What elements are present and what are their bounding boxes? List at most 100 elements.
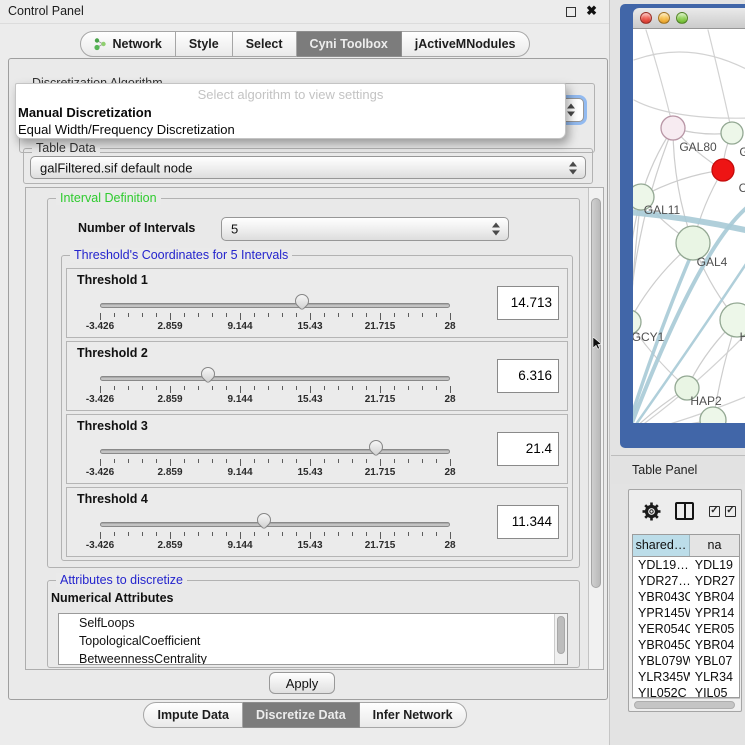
scrollbar-thumb[interactable]	[557, 616, 565, 654]
network-node-label: GAL4	[697, 255, 728, 269]
threshold-panel: Threshold 1 -3.4262.8599.14415.4321.71528…	[66, 268, 568, 338]
table-data-selected-value: galFiltered.sif default node	[40, 160, 192, 175]
table-panel-title: Table Panel	[632, 463, 697, 477]
table-row[interactable]: YLR345WYLR34	[633, 669, 739, 685]
control-panel-window: Control Panel ✖ Network Style Select Cyn…	[0, 0, 610, 745]
threshold-value-field[interactable]: 14.713	[497, 286, 559, 320]
table-row[interactable]: YBR045CYBR04	[633, 637, 739, 653]
threshold-value-field[interactable]: 21.4	[497, 432, 559, 466]
group-title: Table Data	[32, 141, 100, 155]
cell-shared-name: YIL052C	[633, 685, 690, 698]
cell-shared-name: YDL19…	[633, 557, 690, 573]
table-row[interactable]: YBR043CYBR04	[633, 589, 739, 605]
thresholds-group: Threshold's Coordinates for 5 Intervals …	[61, 255, 573, 561]
tick-label: 28	[444, 394, 455, 405]
dropdown-option-equal-width[interactable]: Equal Width/Frequency Discretization	[16, 121, 565, 138]
slider-track[interactable]	[100, 303, 450, 308]
spinner-arrows-icon	[567, 104, 576, 117]
cell-shared-name: YER054C	[633, 621, 690, 637]
network-node-label: GAL11	[644, 203, 681, 217]
settings-scrollbar[interactable]	[588, 188, 603, 669]
mouse-cursor	[593, 337, 604, 350]
table-data-select[interactable]: galFiltered.sif default node	[30, 156, 586, 179]
network-node[interactable]	[700, 407, 726, 423]
checkbox-icon[interactable]	[725, 506, 736, 517]
zoom-traffic-light-icon[interactable]	[676, 12, 688, 24]
dropdown-option-manual[interactable]: Manual Discretization	[16, 104, 565, 121]
tab-select[interactable]: Select	[233, 31, 297, 57]
network-window: GAL80GACGAL11GAL4GCY1HHAP2	[620, 4, 745, 448]
slider-track[interactable]	[100, 376, 450, 381]
cell-shared-name: YLR345W	[633, 669, 690, 685]
control-panel-titlebar: Control Panel ✖	[0, 0, 609, 24]
tab-style[interactable]: Style	[176, 31, 233, 57]
node-table[interactable]: shared… na YDL19…YDL19YDR27…YDR27YBR043C…	[632, 534, 740, 698]
table-data-group: Table Data galFiltered.sif default node	[23, 148, 593, 184]
tab-jactivemnodules[interactable]: jActiveMNodules	[402, 31, 530, 57]
threshold-value-field[interactable]: 6.316	[497, 359, 559, 393]
network-graph: GAL80GACGAL11GAL4GCY1HHAP2	[633, 29, 745, 423]
apply-button[interactable]: Apply	[269, 672, 335, 694]
table-row[interactable]: YIL052CYIL05	[633, 685, 739, 698]
slider-tick-labels: -3.4262.8599.14415.4321.71528	[100, 321, 450, 334]
column-header-name[interactable]: na	[690, 535, 739, 556]
scrollbar-thumb[interactable]	[634, 701, 735, 709]
network-node[interactable]	[721, 122, 743, 144]
slider-track[interactable]	[100, 522, 450, 527]
tab-label: Infer Network	[373, 708, 453, 722]
attribute-list-item[interactable]: SelfLoops	[59, 614, 567, 632]
attribute-list-item[interactable]: TopologicalCoefficient	[59, 632, 567, 650]
slider-tick-labels: -3.4262.8599.14415.4321.71528	[100, 394, 450, 407]
number-of-intervals-label: Number of Intervals	[78, 221, 195, 235]
tick-label: 15.43	[297, 540, 322, 551]
control-panel-body: Discretization Algorithm Select algorith…	[8, 58, 608, 700]
tab-infer-network[interactable]: Infer Network	[360, 702, 467, 728]
table-row[interactable]: YDR27…YDR27	[633, 573, 739, 589]
numerical-attributes-list[interactable]: SelfLoopsTopologicalCoefficientBetweenne…	[58, 613, 568, 665]
tick-label: -3.426	[86, 467, 114, 478]
checkbox-icon[interactable]	[709, 506, 720, 517]
float-window-icon[interactable]	[566, 7, 576, 17]
attribute-list-item[interactable]: BetweennessCentrality	[59, 650, 567, 665]
table-horizontal-scrollbar[interactable]	[632, 698, 740, 710]
tick-label: 9.144	[227, 394, 252, 405]
close-traffic-light-icon[interactable]	[640, 12, 652, 24]
split-panel-icon[interactable]	[675, 502, 694, 520]
settings-scrollpane: Interval Definition Number of Intervals …	[25, 187, 604, 670]
tab-network[interactable]: Network	[80, 31, 175, 57]
number-of-intervals-spinner[interactable]: 5	[221, 217, 509, 241]
table-header-row: shared… na	[633, 535, 739, 557]
network-node[interactable]	[712, 159, 734, 181]
table-row[interactable]: YBL079WYBL07	[633, 653, 739, 669]
network-node[interactable]	[661, 116, 685, 140]
column-header-shared-name[interactable]: shared…	[633, 535, 690, 556]
tick-label: 21.715	[365, 394, 396, 405]
network-canvas[interactable]: GAL80GACGAL11GAL4GCY1HHAP2	[633, 29, 745, 423]
threshold-value-field[interactable]: 11.344	[497, 505, 559, 539]
tab-discretize-data[interactable]: Discretize Data	[243, 702, 360, 728]
table-row[interactable]: YER054CYER05	[633, 621, 739, 637]
close-window-icon[interactable]: ✖	[586, 3, 597, 19]
attributes-scrollbar[interactable]	[554, 614, 567, 664]
slider-track[interactable]	[100, 449, 450, 454]
table-body: YDL19…YDL19YDR27…YDR27YBR043CYBR04YPR145…	[633, 557, 739, 698]
tab-label: jActiveMNodules	[415, 37, 516, 51]
tick-label: 28	[444, 467, 455, 478]
threshold-label: Threshold 1	[77, 273, 148, 287]
scrollbar-thumb[interactable]	[591, 198, 601, 588]
tab-cyni-toolbox[interactable]: Cyni Toolbox	[297, 31, 402, 57]
screen: Control Panel ✖ Network Style Select Cyn…	[0, 0, 745, 745]
gear-icon[interactable]	[641, 501, 662, 522]
tab-impute-data[interactable]: Impute Data	[143, 702, 243, 728]
tick-label: 28	[444, 321, 455, 332]
tick-label: 15.43	[297, 321, 322, 332]
group-title: Interval Definition	[56, 191, 161, 205]
cell-name: YLR34	[690, 669, 739, 685]
network-window-titlebar[interactable]	[633, 8, 745, 29]
cell-shared-name: YBL079W	[633, 653, 690, 669]
dropdown-hint: Select algorithm to view settings	[16, 86, 565, 104]
minimize-traffic-light-icon[interactable]	[658, 12, 670, 24]
table-row[interactable]: YPR145WYPR14	[633, 605, 739, 621]
cell-name: YDR27	[690, 573, 739, 589]
table-row[interactable]: YDL19…YDL19	[633, 557, 739, 573]
